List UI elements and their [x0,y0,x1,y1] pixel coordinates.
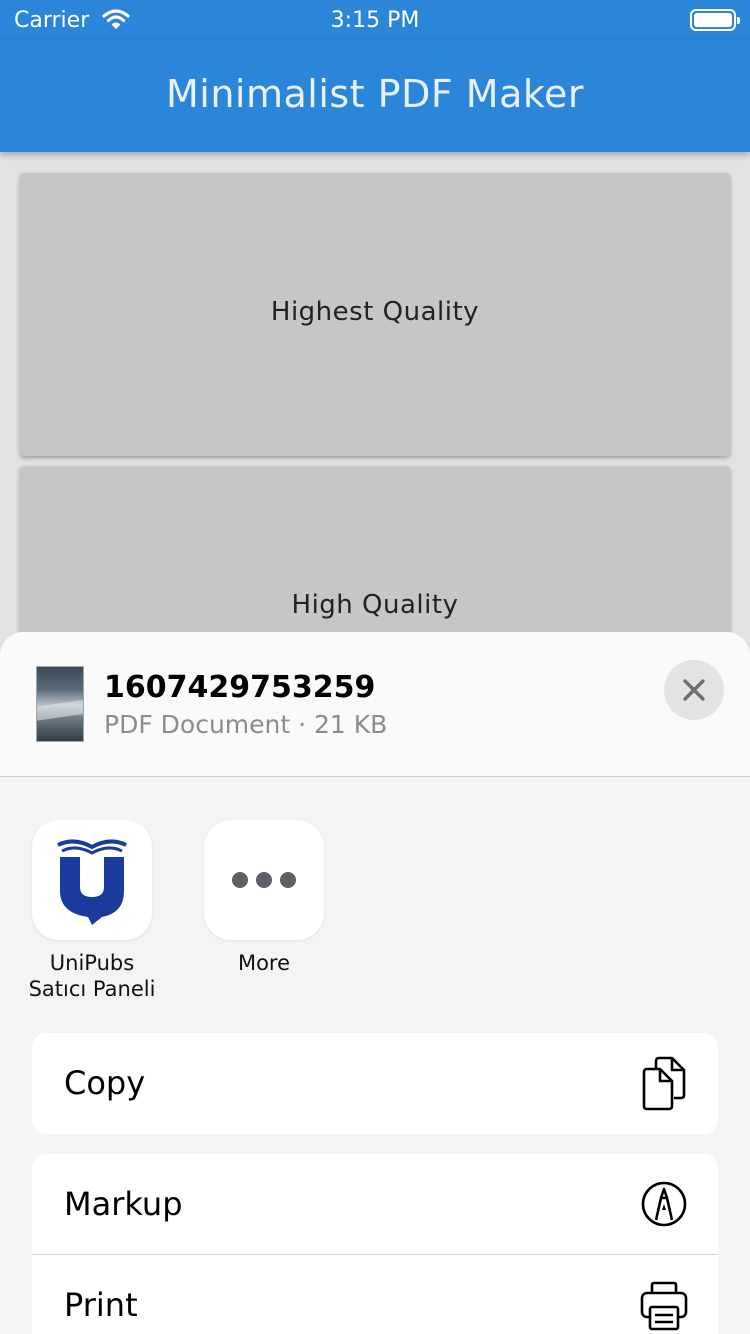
printer-icon [640,1281,688,1331]
action-group-copy: Copy [32,1033,718,1134]
quality-option-label: High Quality [291,590,459,620]
action-label: Print [64,1286,138,1324]
markup-icon [641,1181,687,1227]
action-label: Copy [64,1064,146,1102]
share-app-label: More [237,951,291,975]
share-sheet: 1607429753259 PDF Document · 21 KB UniPu… [0,632,750,1334]
close-button[interactable] [664,660,724,720]
action-print[interactable]: Print [32,1255,718,1334]
document-meta: PDF Document · 21 KB [104,710,388,739]
app-title: Minimalist PDF Maker [165,72,585,116]
unipubs-logo-icon [57,839,127,925]
copy-icon [642,1056,686,1111]
document-thumbnail [36,666,84,742]
share-app-label-text: UniPubs Satıcı Paneli [28,951,156,1001]
share-sheet-header: 1607429753259 PDF Document · 21 KB [0,632,750,777]
app-bar: Minimalist PDF Maker [0,40,750,152]
share-app-unipubs[interactable] [32,820,152,940]
ellipsis-icon [228,872,300,888]
action-label: Markup [64,1185,183,1223]
battery-icon [690,9,740,31]
document-name: 1607429753259 [104,670,376,705]
clock-time: 3:15 PM [330,8,420,33]
action-group-tools: Markup Print [32,1154,718,1334]
quality-option-label: Highest Quality [270,297,480,327]
status-bar: Carrier 3:15 PM [0,0,750,40]
share-app-label: UniPubs Satıcı Paneli [2,950,182,1002]
share-app-more[interactable] [204,820,324,940]
close-icon [683,679,705,701]
action-markup[interactable]: Markup [32,1154,718,1254]
quality-option-highest[interactable]: Highest Quality [20,173,730,456]
action-copy[interactable]: Copy [32,1033,718,1133]
